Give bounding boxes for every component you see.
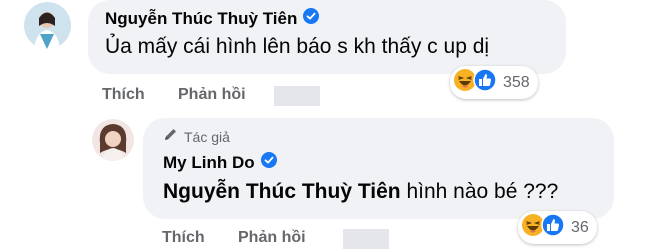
reply-text: Nguyễn Thúc Thuỳ Tiên hình nào bé ??? [163, 180, 558, 204]
mention-link[interactable]: Nguyễn Thúc Thuỳ Tiên [163, 180, 401, 203]
like-reaction-icon [473, 68, 497, 97]
timestamp-placeholder [343, 229, 389, 249]
like-reaction-icon [541, 213, 565, 242]
avatar-author[interactable] [92, 119, 134, 161]
verified-badge-icon [303, 8, 320, 29]
reply-reactions[interactable]: 36 [518, 211, 597, 244]
reaction-count: 358 [503, 73, 530, 91]
timestamp-placeholder [274, 86, 320, 106]
like-button[interactable]: Thích [102, 86, 145, 104]
avatar-commenter[interactable] [24, 2, 71, 49]
author-tag: Tác giả [163, 128, 230, 145]
reply-author-name[interactable]: My Linh Do [163, 153, 255, 173]
reply-author-row: My Linh Do [163, 152, 277, 173]
verified-badge-icon [260, 152, 277, 173]
reply-message: hình nào bé ??? [400, 180, 559, 203]
comment-bubble: Nguyễn Thúc Thuỳ Tiên Ủa mấy cái hình lê… [88, 0, 566, 74]
reply-bubble: Tác giả My Linh Do Nguyễn Thúc Thuỳ Tiên… [143, 118, 614, 219]
pencil-icon [163, 128, 179, 145]
reply-button[interactable]: Phản hồi [238, 229, 306, 247]
comment-reactions[interactable]: 358 [450, 66, 538, 99]
comment-text: Ủa mấy cái hình lên báo s kh thấy c up d… [105, 35, 490, 58]
like-button[interactable]: Thích [162, 229, 205, 247]
reply-button[interactable]: Phản hồi [178, 86, 246, 104]
author-tag-label: Tác giả [184, 128, 230, 145]
reaction-count: 36 [571, 218, 589, 236]
comment-author-row: Nguyễn Thúc Thuỳ Tiên [105, 8, 320, 29]
comment-author-name[interactable]: Nguyễn Thúc Thuỳ Tiên [105, 9, 297, 29]
